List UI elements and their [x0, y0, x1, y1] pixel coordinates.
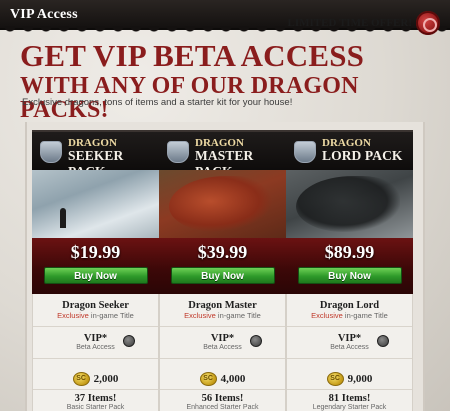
title-note: in-game Title: [217, 311, 261, 320]
vip-label: VIP*: [83, 333, 108, 344]
pack-details: Dragon Lord Exclusive in-game Title VIP*…: [286, 294, 413, 411]
vip-sub: Beta Access: [330, 344, 369, 351]
coin-icon: [122, 335, 135, 347]
vip-sub: Beta Access: [203, 344, 242, 351]
wax-seal-icon: [416, 11, 440, 35]
price-band: $39.99 Buy Now: [159, 238, 286, 294]
dragon-art: [169, 176, 273, 232]
pack-price: $39.99: [197, 242, 248, 262]
items-row: 37 Items! Basic Starter Pack: [33, 390, 158, 411]
buy-now-button[interactable]: Buy Now: [170, 267, 275, 284]
pack-price: $19.99: [70, 242, 121, 262]
warrior-figure: [60, 208, 66, 228]
vip-label: VIP*: [210, 333, 235, 344]
pack-emblem-icon: [167, 141, 189, 163]
title-note: in-game Title: [344, 311, 388, 320]
currency-row: SC 4,000: [160, 359, 285, 390]
hero-headline: GET VIP BETA ACCESS WITH ANY OF OUR DRAG…: [20, 40, 440, 122]
pack-card-lord: DRAGON LORD PACK $89.99 Buy Now Dragon L…: [286, 130, 413, 411]
currency-row: SC 2,000: [33, 359, 158, 390]
pack-artwork: [286, 170, 413, 238]
currency-amount: 4,000: [220, 373, 246, 385]
pack-emblem-icon: [294, 141, 316, 163]
items-row: 81 Items! Legendary Starter Pack: [287, 390, 412, 411]
buy-now-button[interactable]: Buy Now: [43, 267, 148, 284]
ingame-title-name: Dragon Lord: [319, 300, 380, 311]
vip-row: VIP* Beta Access: [33, 327, 158, 359]
ingame-title-name: Dragon Seeker: [62, 300, 129, 311]
currency-amount-group: SC 4,000: [199, 372, 246, 386]
pack-card-seeker: DRAGON SEEKER PACK $19.99 Buy Now Dragon…: [32, 130, 159, 411]
vip-label: VIP*: [337, 333, 362, 344]
sc-coin-icon: SC: [72, 372, 90, 386]
ingame-title-badge: Exclusive in-game Title: [33, 311, 158, 320]
items-count: 81 Items!: [328, 393, 371, 404]
coin-icon: [376, 335, 389, 347]
items-count: 37 Items!: [74, 393, 117, 404]
title-row: Dragon Seeker Exclusive in-game Title: [33, 294, 158, 327]
vip-row: VIP* Beta Access: [160, 327, 285, 359]
buy-now-button[interactable]: Buy Now: [297, 267, 402, 284]
title-note: in-game Title: [90, 311, 134, 320]
currency-row: SC 9,000: [287, 359, 412, 390]
currency-amount-group: SC 9,000: [326, 372, 373, 386]
sc-coin-icon: SC: [326, 372, 344, 386]
ingame-title-badge: Exclusive in-game Title: [287, 311, 412, 320]
price-band: $89.99 Buy Now: [286, 238, 413, 294]
items-count: 56 Items!: [201, 393, 244, 404]
exclusive-text: Exclusive: [57, 311, 89, 320]
currency-amount-group: SC 2,000: [72, 372, 119, 386]
pack-header: DRAGON LORD PACK: [286, 130, 413, 170]
ingame-title-name: Dragon Master: [188, 300, 257, 311]
currency-amount: 2,000: [93, 373, 119, 385]
title-row: Dragon Master Exclusive in-game Title: [160, 294, 285, 327]
vip-wrap: VIP* Beta Access: [76, 333, 135, 351]
items-row: 56 Items! Enhanced Starter Pack: [160, 390, 285, 411]
pack-details: Dragon Seeker Exclusive in-game Title VI…: [32, 294, 159, 411]
currency-amount: 9,000: [347, 373, 373, 385]
pack-artwork: [159, 170, 286, 238]
items-sub: Legendary Starter Pack: [312, 404, 387, 411]
title-row: Dragon Lord Exclusive in-game Title: [287, 294, 412, 327]
hero-line-1: GET VIP BETA ACCESS: [20, 38, 365, 73]
hero-subtitle: Exclusive dragons, tons of items and a s…: [22, 97, 293, 108]
exclusive-text: Exclusive: [311, 311, 343, 320]
page-title: VIP Access: [10, 7, 78, 22]
pack-name: LORD PACK: [322, 148, 403, 163]
limited-offer-label: LIMITED TIME OFFER!: [287, 17, 412, 29]
vip-row: VIP* Beta Access: [287, 327, 412, 359]
pack-header: DRAGON MASTER PACK: [159, 130, 286, 179]
dragon-art: [296, 176, 400, 232]
coin-icon: [249, 335, 262, 347]
pack-details: Dragon Master Exclusive in-game Title VI…: [159, 294, 286, 411]
pack-card-master: DRAGON MASTER PACK $39.99 Buy Now Dragon…: [159, 130, 286, 411]
items-sub: Basic Starter Pack: [66, 404, 125, 411]
exclusive-text: Exclusive: [184, 311, 216, 320]
pack-price: $89.99: [324, 242, 375, 262]
vip-wrap: VIP* Beta Access: [203, 333, 262, 351]
vip-wrap: VIP* Beta Access: [330, 333, 389, 351]
vip-sub: Beta Access: [76, 344, 115, 351]
pack-emblem-icon: [40, 141, 62, 163]
pack-header: DRAGON SEEKER PACK: [32, 130, 159, 179]
items-sub: Enhanced Starter Pack: [186, 404, 259, 411]
price-band: $19.99 Buy Now: [32, 238, 159, 294]
ingame-title-badge: Exclusive in-game Title: [160, 311, 285, 320]
sc-coin-icon: SC: [199, 372, 217, 386]
pack-artwork: [32, 170, 159, 238]
